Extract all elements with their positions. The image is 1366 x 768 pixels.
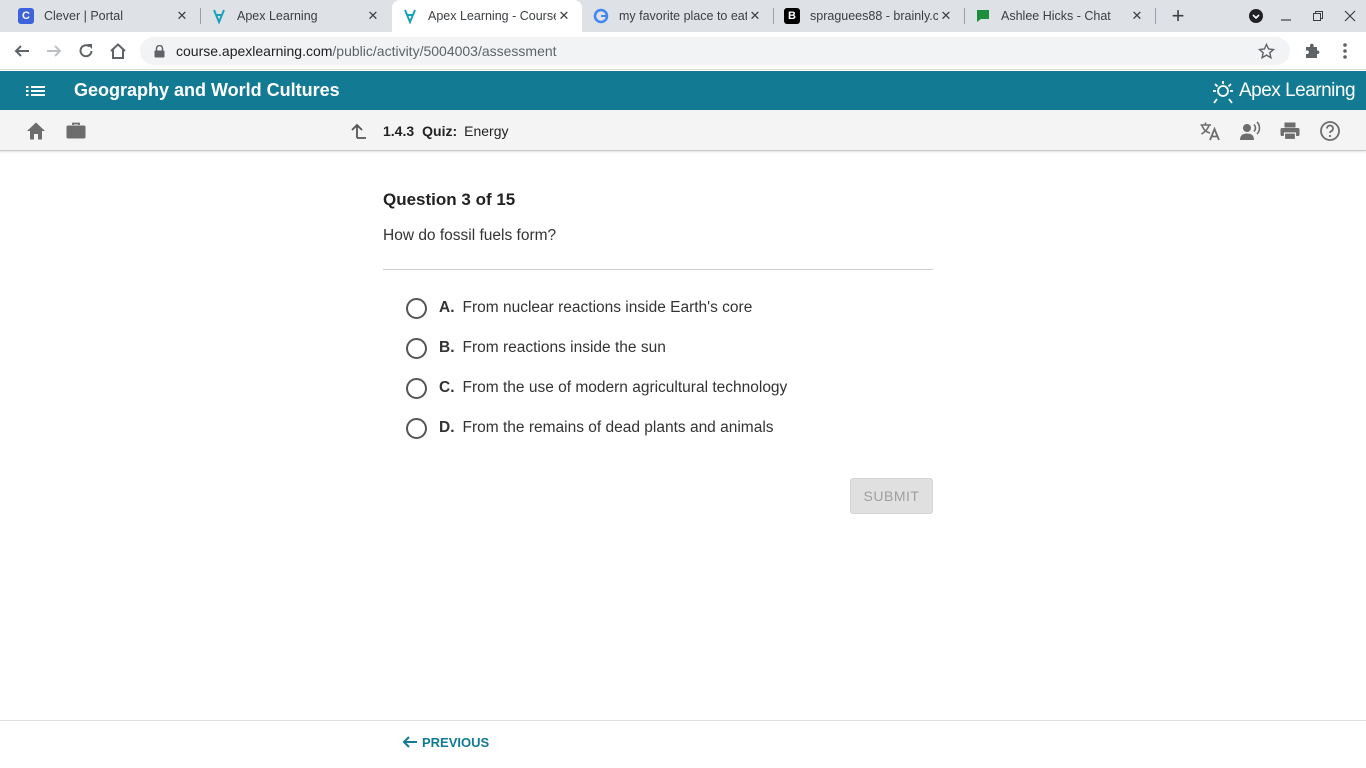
answer-letter: C. [439,379,455,396]
chat-favicon-icon [975,8,991,24]
tab-title: Apex Learning - Courses [428,9,556,23]
home-icon[interactable] [25,120,47,142]
radio-button[interactable] [406,417,427,439]
tab-search-icon[interactable] [1241,0,1271,32]
activity-footer: PREVIOUS [0,720,1366,768]
read-aloud-icon[interactable] [1239,120,1261,142]
print-icon[interactable] [1279,120,1301,142]
answer-text: From the remains of dead plants and anim… [462,419,774,436]
submit-button[interactable]: SUBMIT [850,478,933,514]
clever-favicon-icon: C [18,8,34,24]
activity-breadcrumb: 1.4.3 Quiz: Energy [348,110,509,151]
arrow-left-icon [402,736,417,748]
answer-letter: B. [439,339,455,356]
google-favicon-icon [593,8,609,24]
apex-learning-logo: Apex Learning [1211,77,1356,105]
forward-arrow-icon[interactable] [42,39,66,63]
close-tab-icon[interactable]: ✕ [747,8,763,24]
apex-favicon-icon [402,8,418,24]
previous-button[interactable]: PREVIOUS [402,734,489,750]
answer-option-c[interactable]: C. From the use of modern agricultural t… [406,368,926,408]
activity-name: Energy [464,122,509,139]
activity-type: Quiz: [422,122,458,139]
apex-logo-icon [1213,81,1233,104]
browser-tab[interactable]: Ashlee Hicks - Chat ✕ [965,0,1155,32]
browser-tab[interactable]: C Clever | Portal ✕ [8,0,200,32]
back-arrow-icon[interactable] [10,39,34,63]
url-path: /public/activity/5004003/assessment [332,43,557,59]
answer-option-a[interactable]: A. From nuclear reactions inside Earth's… [406,288,926,328]
reload-icon[interactable] [74,39,98,63]
lock-icon[interactable] [154,44,166,58]
extensions-puzzle-icon[interactable] [1300,39,1324,63]
radio-button[interactable] [406,337,427,359]
question-prompt: How do fossil fuels form? [383,227,557,244]
course-title: Geography and World Cultures [74,80,340,100]
answer-text: From reactions inside the sun [462,339,666,356]
browser-tab[interactable]: B spraguees88 - brainly.com ✕ [774,0,964,32]
briefcase-icon[interactable] [65,120,87,142]
browser-tab-active[interactable]: Apex Learning - Courses ✕ [392,0,582,32]
up-level-arrow-icon[interactable] [348,121,368,141]
logo-text: Apex Learning [1239,80,1356,101]
answer-letter: D. [439,419,455,436]
answer-choices: A. From nuclear reactions inside Earth's… [406,288,926,448]
answer-option-b[interactable]: B. From reactions inside the sun [406,328,926,368]
course-menu-icon[interactable] [25,82,47,100]
close-window-icon[interactable] [1335,0,1365,32]
radio-button[interactable] [406,297,427,319]
answer-text: From the use of modern agricultural tech… [462,379,788,396]
translate-icon[interactable] [1199,120,1221,142]
question-counter: Question 3 of 15 [383,190,516,209]
browser-tab-strip: C Clever | Portal ✕ Apex Learning ✕ Apex… [0,0,1366,32]
apex-favicon-icon [211,8,227,24]
radio-button[interactable] [406,377,427,399]
lesson-number: 1.4.3 [383,122,415,139]
activity-toolbar: 1.4.3 Quiz: Energy [0,110,1366,151]
browser-menu-icon[interactable] [1333,39,1357,63]
question-divider [383,269,933,270]
answer-option-d[interactable]: D. From the remains of dead plants and a… [406,408,926,448]
help-icon[interactable] [1319,120,1341,142]
bookmark-star-icon[interactable] [1257,42,1276,61]
close-tab-icon[interactable]: ✕ [174,8,190,24]
restore-icon[interactable] [1303,0,1333,32]
browser-tab[interactable]: Apex Learning ✕ [201,0,391,32]
tab-separator [1155,8,1156,24]
tab-title: spraguees88 - brainly.com [810,9,938,23]
home-icon[interactable] [106,39,130,63]
url-domain: course.apexlearning.com [176,43,333,59]
browser-tab[interactable]: my favorite place to eat ✕ [583,0,773,32]
close-tab-icon[interactable]: ✕ [365,8,381,24]
answer-letter: A. [439,299,455,316]
course-header: Geography and World Cultures Apex Learni… [0,71,1366,110]
previous-label: PREVIOUS [422,734,490,750]
tab-title: my favorite place to eat [619,9,747,23]
tab-title: Ashlee Hicks - Chat [1001,9,1111,23]
new-tab-button[interactable]: + [1166,3,1190,28]
tab-title: Apex Learning [237,9,318,23]
address-bar[interactable]: course.apexlearning.com/public/activity/… [140,37,1290,65]
browser-toolbar: course.apexlearning.com/public/activity/… [0,32,1366,70]
brainly-favicon-icon: B [784,8,800,24]
close-tab-icon[interactable]: ✕ [1129,8,1145,24]
answer-text: From nuclear reactions inside Earth's co… [462,299,753,316]
tab-title: Clever | Portal [44,9,123,23]
close-tab-icon[interactable]: ✕ [938,8,954,24]
close-tab-icon[interactable]: ✕ [556,8,572,24]
minimize-icon[interactable] [1271,0,1301,32]
